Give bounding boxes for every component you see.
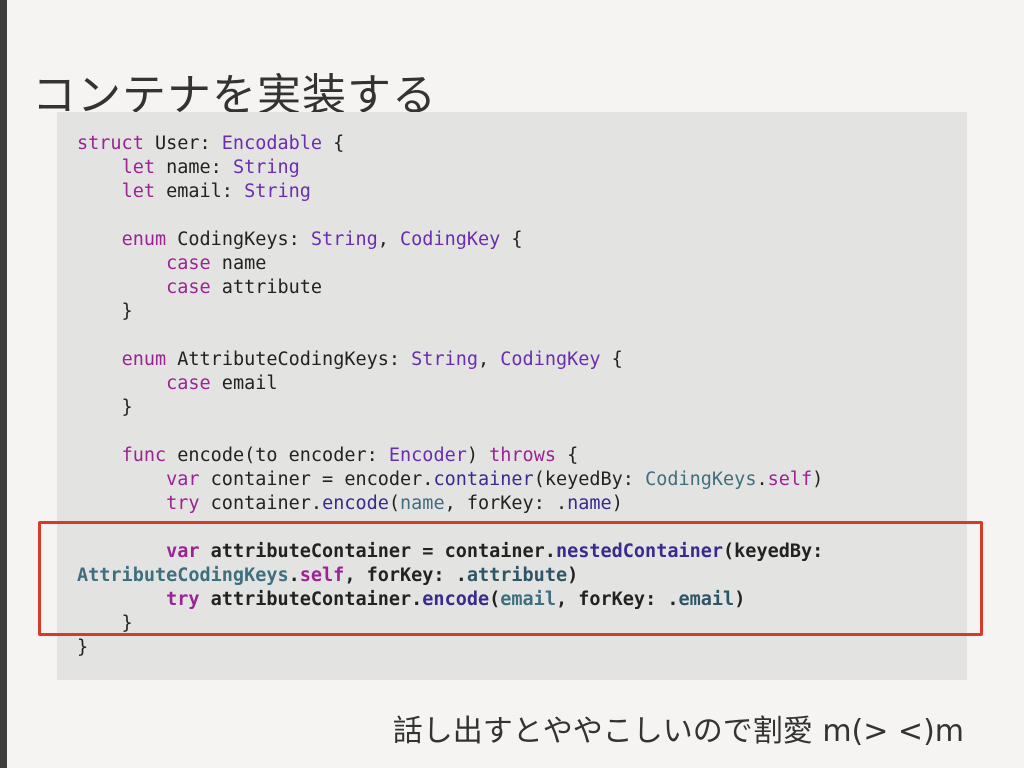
code-token: { <box>322 133 345 154</box>
code-line: func encode(to encoder: Encoder) throws … <box>77 444 823 468</box>
code-token: CodingKey <box>400 229 501 250</box>
code-line: } <box>77 300 823 324</box>
code-token: . <box>756 469 768 490</box>
code-token: , forKey: . <box>444 493 568 514</box>
code-token: name <box>567 493 612 514</box>
code-line: let email: String <box>77 180 823 204</box>
code-line: enum AttributeCodingKeys: String, Coding… <box>77 348 823 372</box>
code-token: let <box>121 181 155 202</box>
code-token: encode <box>322 493 389 514</box>
code-token: CodingKeys: <box>166 229 311 250</box>
code-token: enum <box>121 349 167 370</box>
code-token: } <box>77 637 89 658</box>
code-token: { <box>600 349 623 370</box>
code-line: var container = encoder.container(keyedB… <box>77 468 823 492</box>
code-token: case <box>166 253 211 274</box>
code-token: struct <box>77 133 144 154</box>
code-token: case <box>166 373 211 394</box>
code-token: , <box>377 229 401 250</box>
code-line: let name: String <box>77 156 823 180</box>
code-line: try container.encode(name, forKey: .name… <box>77 492 823 516</box>
code-token: String <box>232 157 300 178</box>
code-token: name <box>210 253 267 274</box>
code-line: case attribute <box>77 276 823 300</box>
code-line: enum CodingKeys: String, CodingKey { <box>77 228 823 252</box>
code-token: let <box>121 157 155 178</box>
code-token: ) <box>466 445 490 466</box>
code-token: ( <box>388 493 401 514</box>
code-token: Encodable <box>221 133 323 154</box>
code-token: container. <box>199 493 323 514</box>
code-token: Encoder <box>388 445 467 466</box>
code-token: container <box>433 469 534 490</box>
code-token: AttributeCodingKeys: <box>166 349 412 370</box>
code-token: CodingKeys <box>645 469 757 490</box>
code-token: String <box>244 181 311 202</box>
code-token: String <box>411 349 478 370</box>
code-token: enum <box>121 229 167 250</box>
code-line: case email <box>77 372 823 396</box>
code-token: case <box>166 277 211 298</box>
code-line: } <box>77 636 823 660</box>
code-token: try <box>166 493 200 514</box>
code-token: CodingKey <box>500 349 601 370</box>
code-token: name: <box>154 157 233 178</box>
slide-caption: 話し出すとややこしいので割愛 m(> <)m <box>392 714 964 749</box>
code-token: container = encoder. <box>199 469 434 490</box>
code-token: attribute <box>210 277 323 298</box>
code-token: encode(to encoder: <box>166 445 389 466</box>
code-token: email <box>210 373 278 394</box>
left-accent-bar <box>0 0 7 768</box>
code-line: } <box>77 396 823 420</box>
code-token: } <box>77 397 133 418</box>
code-token: (keyedBy: <box>533 469 646 490</box>
code-token: { <box>555 445 579 466</box>
code-token: var <box>166 469 200 490</box>
code-token: } <box>77 301 133 322</box>
code-token: self <box>767 469 813 490</box>
code-token: ) <box>611 493 623 514</box>
code-token: User: <box>143 133 222 154</box>
code-token: ) <box>812 469 824 490</box>
code-line: case name <box>77 252 823 276</box>
code-token: email: <box>154 181 245 202</box>
code-token: { <box>500 229 523 250</box>
code-line: struct User: Encodable { <box>77 132 823 156</box>
code-token: name <box>400 493 445 514</box>
code-token: String <box>310 229 378 250</box>
code-token: throws <box>489 445 556 466</box>
highlight-box <box>38 521 983 636</box>
code-token: , <box>478 349 501 370</box>
code-token: func <box>121 445 167 466</box>
